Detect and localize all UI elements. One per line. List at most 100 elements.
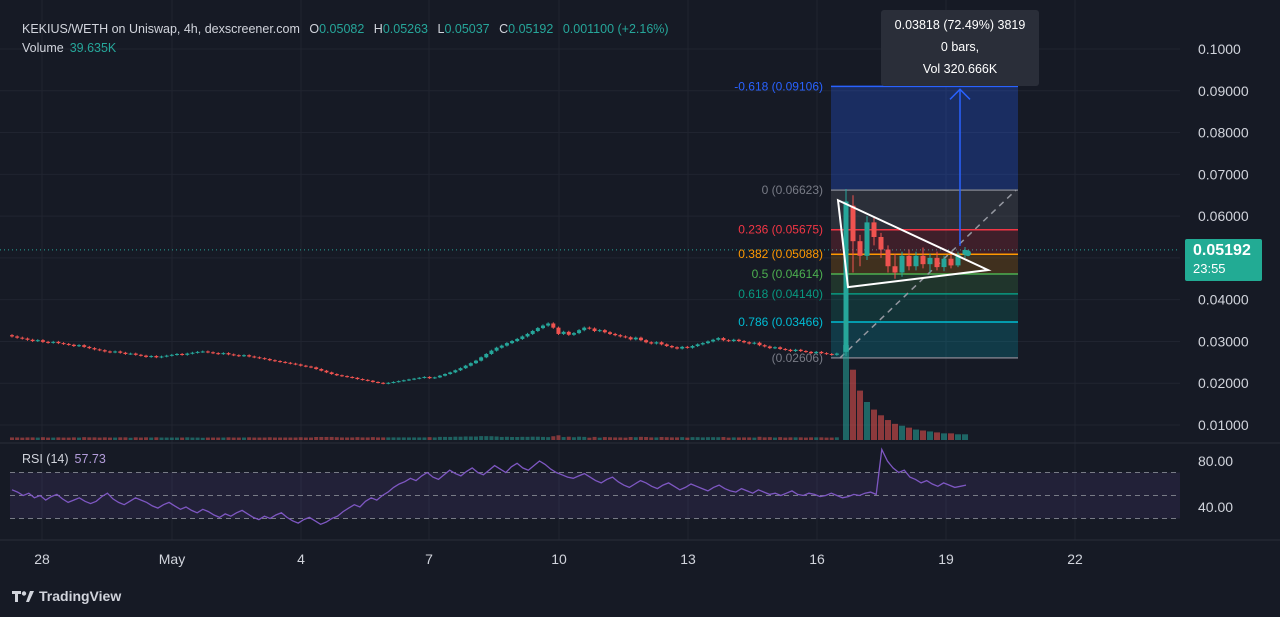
candle-body	[257, 357, 262, 359]
candle-body	[432, 377, 437, 379]
last-price-tag: 0.05192 23:55	[1185, 239, 1262, 281]
candle-body	[504, 343, 509, 346]
candle-body	[468, 363, 473, 366]
volume-bar	[427, 437, 432, 440]
volume-bar	[747, 437, 752, 440]
volume-bar	[278, 437, 283, 440]
candle-body	[582, 327, 587, 331]
volume-bar	[892, 423, 898, 440]
volume-bar	[355, 437, 360, 440]
y-tick-label: 0.1000	[1198, 41, 1241, 57]
volume-bar	[613, 437, 618, 440]
volume-bar	[920, 430, 926, 440]
volume-bar	[123, 437, 128, 440]
candle-body	[885, 249, 891, 267]
volume-bar	[556, 435, 561, 440]
volume-bar	[262, 437, 267, 440]
candle-body	[664, 344, 669, 347]
volume-bar	[535, 436, 540, 440]
candle-body	[128, 353, 133, 355]
low-value: 0.05037	[444, 22, 490, 36]
rsi-tick-label: 40.00	[1198, 499, 1233, 515]
candle-body	[731, 339, 736, 342]
chart-canvas[interactable]: 0.10000.090000.080000.070000.060000.0500…	[0, 0, 1280, 617]
volume-bar	[819, 437, 824, 440]
volume-bar	[783, 437, 788, 440]
candle-body	[216, 353, 221, 355]
volume-bar	[128, 437, 133, 440]
candle-body	[437, 375, 442, 378]
volume-bar	[824, 437, 829, 440]
candle-body	[680, 346, 685, 349]
fib-zone	[831, 86, 1018, 191]
candle-body	[654, 342, 659, 344]
candle-body	[803, 351, 808, 353]
volume-bar	[51, 437, 56, 440]
tradingview-brand[interactable]: TradingView	[12, 588, 121, 604]
tooltip-line-3: Vol 320.666K	[922, 62, 998, 76]
high-value: 0.05263	[382, 22, 428, 36]
candle-body	[339, 375, 344, 377]
volume-bar	[61, 437, 66, 440]
candle-body	[443, 374, 448, 376]
volume-bar	[113, 437, 118, 440]
candle-body	[716, 338, 721, 340]
volume-bar	[638, 436, 643, 440]
candle-body	[742, 341, 747, 343]
candle-body	[927, 257, 933, 265]
volume-bar	[473, 436, 478, 440]
candle-body	[15, 336, 20, 338]
volume-bar	[906, 427, 912, 440]
volume-bar	[205, 437, 210, 440]
candle-body	[809, 351, 814, 354]
y-tick-label: 0.09000	[1198, 83, 1249, 99]
candle-body	[293, 363, 298, 365]
volume-bar	[30, 437, 35, 440]
candle-body	[675, 347, 680, 349]
volume-bar	[736, 437, 741, 440]
candle-body	[345, 376, 350, 378]
candle-body	[850, 205, 856, 242]
open-value: 0.05082	[319, 22, 365, 36]
volume-bar	[257, 437, 262, 440]
volume-bar	[871, 409, 877, 440]
volume-bar	[520, 436, 525, 440]
candle-body	[878, 237, 884, 250]
candle-body	[546, 323, 551, 326]
candle-body	[551, 323, 556, 328]
candle-body	[396, 381, 401, 383]
volume-bar	[592, 436, 597, 440]
candle-body	[494, 347, 499, 351]
fib-level-label: 0.618 (0.04140)	[738, 287, 823, 301]
volume-bar	[602, 437, 607, 440]
y-tick-label: 0.04000	[1198, 292, 1249, 308]
candle-body	[783, 348, 788, 350]
candle-body	[40, 340, 45, 342]
volume-bar	[913, 429, 919, 440]
volume-bar	[314, 436, 319, 440]
volume-bar	[494, 436, 499, 440]
volume-bar	[850, 369, 856, 440]
volume-bar	[56, 437, 61, 440]
candle-body	[241, 355, 246, 357]
candle-body	[309, 366, 314, 368]
volume-bar	[200, 437, 205, 440]
candle-body	[324, 370, 329, 373]
volume-bar	[633, 437, 638, 440]
x-tick-label: 4	[297, 551, 305, 567]
candle-body	[200, 351, 205, 353]
volume-bar	[138, 437, 143, 440]
volume-bar	[510, 436, 515, 440]
volume-bar	[221, 437, 226, 440]
volume-bar	[561, 437, 566, 440]
candle-body	[834, 353, 839, 355]
close-label: C	[499, 22, 509, 36]
volume-bar	[468, 436, 473, 440]
volume-bar	[742, 437, 747, 440]
candle-body	[772, 347, 777, 349]
volume-bar	[843, 345, 849, 440]
candle-body	[417, 377, 422, 379]
candle-body	[97, 349, 102, 351]
volume-bar	[406, 437, 411, 440]
volume-bar	[149, 437, 154, 440]
